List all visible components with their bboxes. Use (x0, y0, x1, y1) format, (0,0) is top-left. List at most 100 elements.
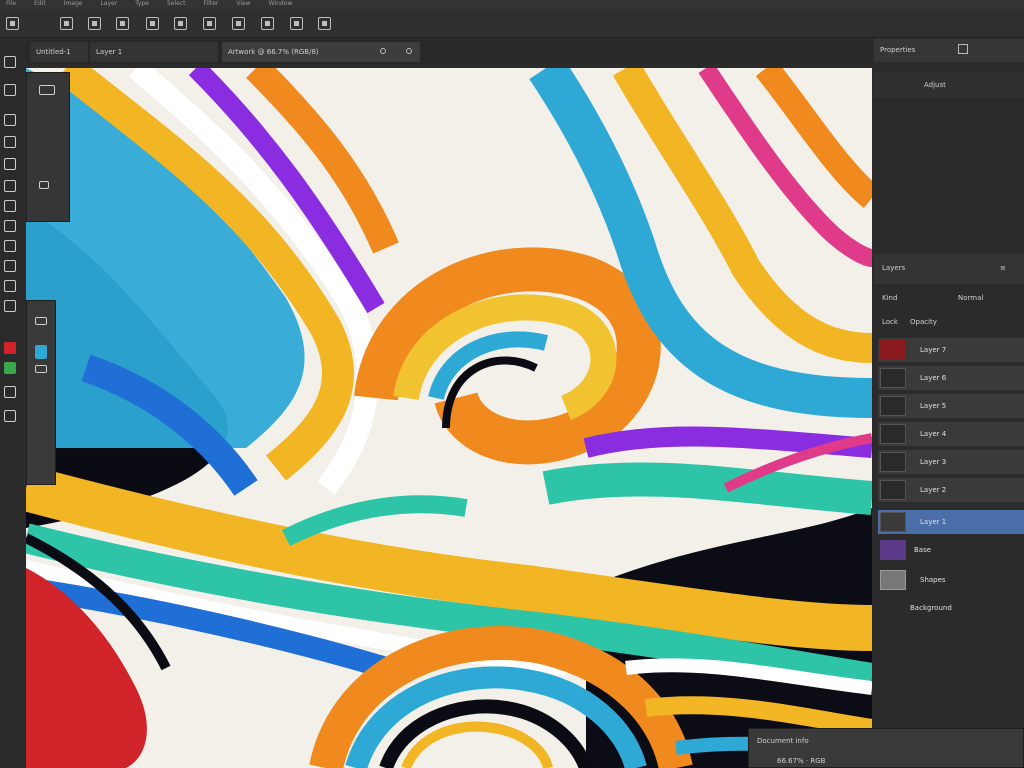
background-color-swatch[interactable] (4, 362, 16, 374)
dialog-title: Document info (757, 737, 809, 745)
floating-mini-panel (26, 300, 56, 485)
layer-label: Layer 5 (920, 402, 947, 410)
layers-filter[interactable]: Kind (882, 294, 897, 302)
screen-mode-icon[interactable] (4, 410, 16, 422)
menu-file[interactable]: File (6, 0, 16, 10)
tab-untitled-1[interactable]: Untitled-1 (30, 42, 88, 62)
dialog-detail: 66.67% · RGB (777, 757, 826, 765)
layer-row[interactable]: Shapes (878, 568, 1024, 592)
layer-row[interactable]: Layer 5 (878, 394, 1024, 418)
menu-select[interactable]: Select (167, 0, 186, 10)
layer-row[interactable]: Layer 6 (878, 366, 1024, 390)
layer-thumbnail (880, 452, 906, 472)
panel-tabs-top: Properties (874, 38, 1024, 62)
artwork-image (26, 68, 872, 768)
menu-type[interactable]: Type (135, 0, 149, 10)
right-panel-dock: Properties Adjust Layers ≡ Kind Normal L… (874, 38, 1024, 768)
layers-lock[interactable]: Lock (882, 318, 898, 326)
layer-row[interactable]: Layer 2 (878, 478, 1024, 502)
align-left-icon[interactable] (88, 17, 101, 30)
layer-thumbnail (880, 424, 906, 444)
menu-window[interactable]: Window (269, 0, 293, 10)
document-tab-bar: Untitled-1 Layer 1 Artwork @ 66.7% (RGB/… (26, 40, 872, 64)
layer-thumbnail (880, 480, 906, 500)
swatches-icon[interactable] (35, 365, 47, 373)
menu-bar: File Edit Image Layer Type Select Filter… (0, 0, 1024, 10)
tab-label: Untitled-1 (36, 48, 71, 56)
gradient-tool-icon[interactable] (4, 300, 16, 312)
tab-layer-1[interactable]: Layer 1 (90, 42, 218, 62)
layer-row[interactable]: Layer 7 (878, 338, 1024, 362)
3d-mode-icon[interactable] (318, 17, 331, 30)
distribute-icon[interactable] (261, 17, 274, 30)
layer-label: Layer 3 (920, 458, 947, 466)
layers-title[interactable]: Layers (882, 264, 905, 272)
panel-menu-icon[interactable]: ≡ (1000, 264, 1006, 272)
document-info-dialog: Document info 66.67% · RGB (748, 728, 1024, 768)
tab-label: Artwork @ 66.7% (RGB/8) (228, 48, 319, 56)
layer-label[interactable]: Background (910, 604, 952, 612)
clone-stamp-tool-icon[interactable] (4, 240, 16, 252)
layer-label: Layer 4 (920, 430, 947, 438)
align-center-icon[interactable] (116, 17, 129, 30)
brush-tool-icon[interactable] (4, 220, 16, 232)
history-brush-tool-icon[interactable] (4, 260, 16, 272)
color-icon[interactable] (35, 345, 47, 359)
eraser-tool-icon[interactable] (4, 280, 16, 292)
menu-view[interactable]: View (236, 0, 250, 10)
artwork-canvas[interactable] (26, 68, 872, 768)
layers-blend-mode[interactable]: Normal (958, 294, 983, 302)
menu-edit[interactable]: Edit (34, 0, 46, 10)
move-tool-icon[interactable] (4, 56, 16, 68)
layers-header: Layers ≡ (874, 254, 1024, 284)
layer-label: Layer 7 (920, 346, 947, 354)
menu-image[interactable]: Image (64, 0, 83, 10)
settings-icon[interactable] (39, 181, 49, 189)
editor-window: File Edit Image Layer Type Select Filter… (0, 0, 1024, 768)
tools-panel (0, 50, 22, 450)
layer-thumbnail (880, 340, 906, 360)
align-top-icon[interactable] (174, 17, 187, 30)
align-bottom-icon[interactable] (232, 17, 245, 30)
arrange-icon[interactable] (290, 17, 303, 30)
layers-lock-row: Lock Opacity (874, 312, 1024, 332)
tab-artwork[interactable]: Artwork @ 66.7% (RGB/8) (222, 42, 420, 62)
lasso-tool-icon[interactable] (4, 114, 16, 126)
properties-title[interactable]: Properties (880, 46, 915, 54)
layer-label: Layer 1 (920, 518, 947, 526)
options-bar (0, 10, 1024, 38)
eyedropper-tool-icon[interactable] (4, 180, 16, 192)
properties-subtitle: Adjust (924, 81, 946, 89)
align-middle-icon[interactable] (203, 17, 216, 30)
healing-tool-icon[interactable] (4, 200, 16, 212)
layer-row[interactable]: Layer 4 (878, 422, 1024, 446)
layers-filter-row: Kind Normal (874, 288, 1024, 308)
close-icon[interactable] (406, 48, 412, 54)
layer-thumbnail (880, 368, 906, 388)
floating-tool-panel (26, 72, 70, 222)
layers-opacity[interactable]: Opacity (910, 318, 937, 326)
foreground-color-swatch[interactable] (4, 342, 16, 354)
home-icon[interactable] (6, 17, 19, 30)
layer-row-selected[interactable]: Layer 1 (878, 510, 1024, 534)
properties-body (874, 98, 1024, 248)
properties-header: Adjust (874, 72, 1024, 98)
layer-thumbnail (880, 570, 906, 590)
marquee-tool-icon[interactable] (4, 84, 16, 96)
move-tool-icon[interactable] (60, 17, 73, 30)
close-icon[interactable] (380, 48, 386, 54)
layer-label: Shapes (920, 576, 946, 584)
quick-mask-icon[interactable] (4, 386, 16, 398)
preset-icon[interactable] (39, 85, 55, 95)
layer-thumbnail (880, 540, 906, 560)
panel-menu-icon[interactable] (958, 44, 968, 54)
menu-layer[interactable]: Layer (100, 0, 117, 10)
layer-thumbnail (880, 396, 906, 416)
crop-tool-icon[interactable] (4, 158, 16, 170)
layer-row[interactable]: Base (878, 538, 1024, 562)
brush-icon[interactable] (35, 317, 47, 325)
magic-wand-tool-icon[interactable] (4, 136, 16, 148)
layer-row[interactable]: Layer 3 (878, 450, 1024, 474)
align-right-icon[interactable] (146, 17, 159, 30)
menu-filter[interactable]: Filter (204, 0, 219, 10)
